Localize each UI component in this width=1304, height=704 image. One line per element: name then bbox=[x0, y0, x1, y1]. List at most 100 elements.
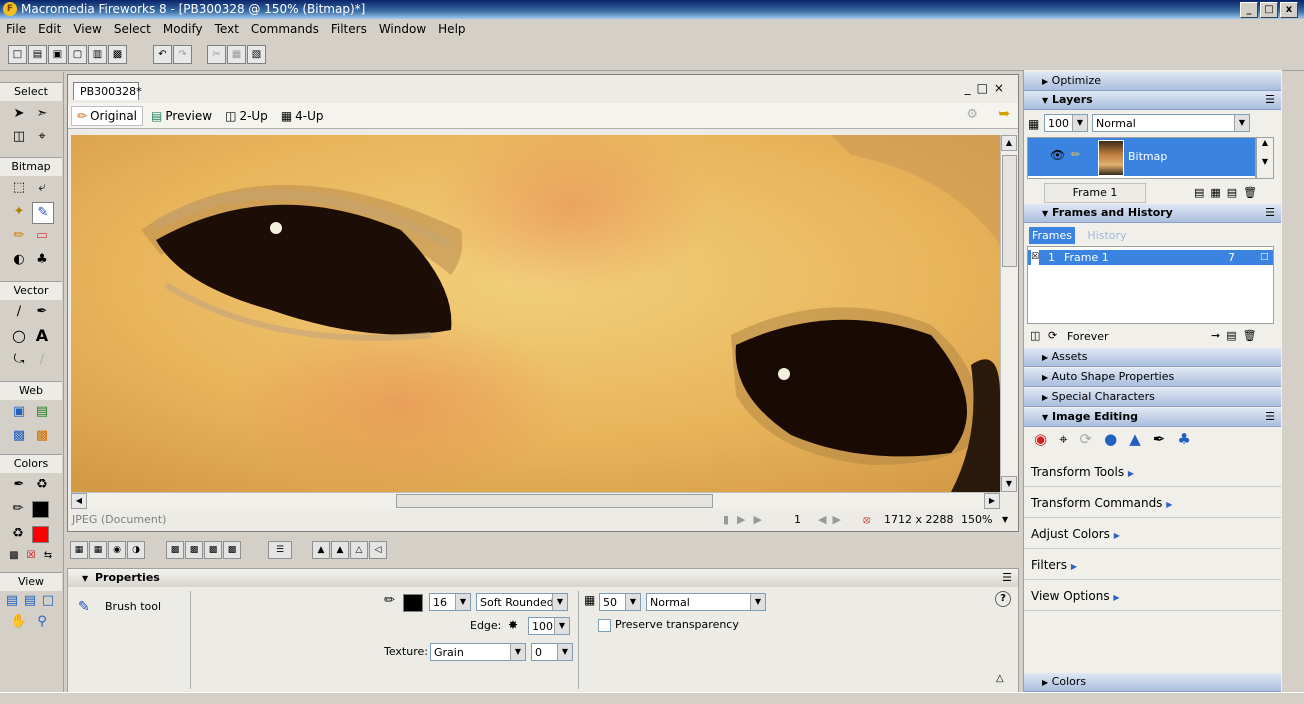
magic-wand-tool-icon[interactable]: ✦ bbox=[9, 202, 29, 222]
restore-button[interactable]: □ bbox=[1260, 2, 1278, 18]
show-slices-icon[interactable]: ▩ bbox=[32, 426, 52, 446]
redo-icon[interactable]: ↷ bbox=[173, 45, 192, 64]
rotate-left-icon[interactable]: ▲ bbox=[312, 541, 330, 559]
copy-icon[interactable]: ▦ bbox=[227, 45, 246, 64]
blur-tool-icon[interactable]: ◐ bbox=[9, 250, 29, 270]
crop-icon[interactable]: ⌖ bbox=[1059, 430, 1079, 448]
frame-checkbox-icon[interactable]: ☒ bbox=[1031, 250, 1040, 265]
loop-icon[interactable]: ⟳ bbox=[1048, 329, 1057, 342]
filters-button[interactable]: Filters ▶ bbox=[1024, 550, 1281, 580]
marquee-tool-icon[interactable]: ⬚ bbox=[9, 178, 29, 198]
knife-tool-icon[interactable]: ∕ bbox=[32, 350, 52, 370]
send-to-back-icon[interactable]: ▩ bbox=[223, 541, 241, 559]
zoom-dropdown-icon[interactable]: ▼ bbox=[1002, 510, 1008, 530]
menu-file[interactable]: File bbox=[0, 22, 32, 36]
document-window-controls[interactable]: _□× bbox=[965, 81, 1010, 95]
ungroup-icon[interactable]: ▦ bbox=[89, 541, 107, 559]
texture-amount-field[interactable]: 0 ▼ bbox=[531, 643, 573, 661]
menu-view[interactable]: View bbox=[67, 22, 107, 36]
group-icon[interactable]: ▦ bbox=[70, 541, 88, 559]
pencil-tool-icon[interactable]: ✏ bbox=[9, 226, 29, 246]
optimize-panel-header[interactable]: ▶ Optimize bbox=[1024, 72, 1281, 91]
undo-icon[interactable]: ↶ bbox=[153, 45, 172, 64]
scroll-up-arrow-icon[interactable]: ▲ bbox=[1001, 135, 1017, 151]
image-editing-header[interactable]: ▼ Image Editing ☰ bbox=[1024, 408, 1281, 427]
edge-value-field[interactable]: 100 ▼ bbox=[528, 617, 570, 635]
frame-first-play-last-icon[interactable]: ▮▶▶ bbox=[723, 510, 770, 530]
red-eye-icon[interactable]: ◉ bbox=[1034, 430, 1059, 448]
layers-panel-header[interactable]: ▼ Layers ☰ bbox=[1024, 91, 1281, 110]
cut-icon[interactable]: ✂ bbox=[207, 45, 226, 64]
lasso-tool-icon[interactable]: ⤶ bbox=[32, 178, 52, 198]
line-tool-icon[interactable]: ∕ bbox=[9, 302, 29, 322]
vertical-scrollbar[interactable]: ▲ ▼ bbox=[1000, 135, 1017, 492]
menu-modify[interactable]: Modify bbox=[157, 22, 209, 36]
layer-blend-dropdown[interactable]: Normal ▼ bbox=[1092, 114, 1250, 132]
send-backward-icon[interactable]: ▩ bbox=[204, 541, 222, 559]
paint-bucket-tool-icon[interactable]: ♻ bbox=[32, 475, 52, 495]
tab-history[interactable]: History bbox=[1077, 227, 1137, 244]
layer-row-bitmap[interactable]: 👁 ✏ Bitmap bbox=[1028, 138, 1255, 176]
scale-tool-icon[interactable]: ◫ bbox=[9, 127, 29, 147]
two-up-view-button[interactable]: ◫ 2-Up bbox=[220, 107, 273, 125]
align-icon[interactable]: ☰ bbox=[268, 541, 292, 559]
text-tool-icon[interactable]: A bbox=[32, 326, 52, 346]
sharpen-icon[interactable]: ▲ bbox=[1129, 430, 1153, 448]
loop-setting[interactable]: Forever bbox=[1067, 330, 1109, 343]
hide-slices-icon[interactable]: ▩ bbox=[9, 426, 29, 446]
texture-name-dropdown[interactable]: Grain ▼ bbox=[430, 643, 526, 661]
transform-commands-button[interactable]: Transform Commands ▶ bbox=[1024, 488, 1281, 518]
auto-shape-properties-header[interactable]: ▶ Auto Shape Properties bbox=[1024, 368, 1281, 387]
onion-skin-icon[interactable]: ◫ bbox=[1030, 329, 1040, 342]
close-button[interactable]: x bbox=[1280, 2, 1298, 18]
stroke-size-field[interactable]: 16 ▼ bbox=[429, 593, 471, 611]
eye-visibility-icon[interactable]: 👁 bbox=[1050, 148, 1065, 162]
scroll-left-arrow-icon[interactable]: ◀ bbox=[71, 493, 87, 509]
rubber-stamp-icon[interactable]: ♣ bbox=[1177, 430, 1202, 448]
menu-help[interactable]: Help bbox=[432, 22, 471, 36]
stop-icon[interactable]: ⦻ bbox=[863, 510, 870, 530]
bring-forward-icon[interactable]: ▩ bbox=[185, 541, 203, 559]
new-file-icon[interactable]: □ bbox=[8, 45, 27, 64]
zoom-tool-icon[interactable]: ⚲ bbox=[32, 612, 52, 632]
preview-view-button[interactable]: ▤ Preview bbox=[146, 107, 217, 125]
original-view-button[interactable]: ✏ Original bbox=[71, 105, 144, 126]
layers-scrollbar[interactable]: ▲ ▼ bbox=[1256, 137, 1274, 179]
flip-horizontal-icon[interactable]: △ bbox=[350, 541, 368, 559]
vertical-scroll-thumb[interactable] bbox=[1002, 155, 1017, 267]
hand-tool-icon[interactable]: ✋ bbox=[9, 612, 29, 632]
quick-export-icon[interactable]: ⚙ bbox=[966, 107, 978, 122]
full-screen-menus-mode-icon[interactable]: ▤ bbox=[20, 591, 40, 611]
opacity-field[interactable]: 50 ▼ bbox=[599, 593, 641, 611]
help-icon[interactable]: ? bbox=[995, 591, 1011, 607]
save-icon[interactable]: ▣ bbox=[48, 45, 67, 64]
join-icon[interactable]: ◉ bbox=[108, 541, 126, 559]
colors-panel-header[interactable]: ▶ Colors bbox=[1024, 673, 1281, 692]
view-options-button[interactable]: View Options ▶ bbox=[1024, 581, 1281, 611]
open-file-icon[interactable]: ▤ bbox=[28, 45, 47, 64]
frame-action-icons[interactable]: ➞▤🗑 bbox=[1211, 329, 1263, 342]
menu-select[interactable]: Select bbox=[108, 22, 157, 36]
pen-tool-icon[interactable]: ✒ bbox=[32, 302, 52, 322]
full-screen-mode-icon[interactable]: □ bbox=[38, 591, 58, 611]
frame-row[interactable]: ☒ 1 Frame 1 7 □ bbox=[1028, 250, 1273, 265]
subselect-tool-icon[interactable]: ➣ bbox=[32, 104, 52, 124]
transform-tools-button[interactable]: Transform Tools ▶ bbox=[1024, 457, 1281, 487]
eraser-tool-icon[interactable]: ▭ bbox=[32, 226, 52, 246]
stroke-category-dropdown[interactable]: Soft Rounded ▼ bbox=[476, 593, 568, 611]
scroll-right-arrow-icon[interactable]: ▶ bbox=[984, 493, 1000, 509]
split-icon[interactable]: ◑ bbox=[127, 541, 145, 559]
tab-frames[interactable]: Frames bbox=[1029, 227, 1075, 244]
layer-action-icons[interactable]: ▤▦▤🗑 bbox=[1194, 186, 1263, 199]
scroll-down-arrow-icon[interactable]: ▼ bbox=[1001, 476, 1017, 492]
crop-tool-icon[interactable]: ⌖ bbox=[32, 127, 52, 147]
frames-options-icon[interactable]: ☰ bbox=[1265, 204, 1275, 222]
brush-icon[interactable]: ✒ bbox=[1153, 430, 1178, 448]
pointer-tool-icon[interactable]: ➤ bbox=[9, 104, 29, 124]
brush-tool-icon[interactable]: ✎ bbox=[32, 202, 54, 224]
menu-window[interactable]: Window bbox=[373, 22, 432, 36]
rotate-right-icon[interactable]: ▲ bbox=[331, 541, 349, 559]
menu-edit[interactable]: Edit bbox=[32, 22, 67, 36]
print-icon[interactable]: ▩ bbox=[108, 45, 127, 64]
freeform-tool-icon[interactable]: ⤿ bbox=[9, 350, 29, 370]
